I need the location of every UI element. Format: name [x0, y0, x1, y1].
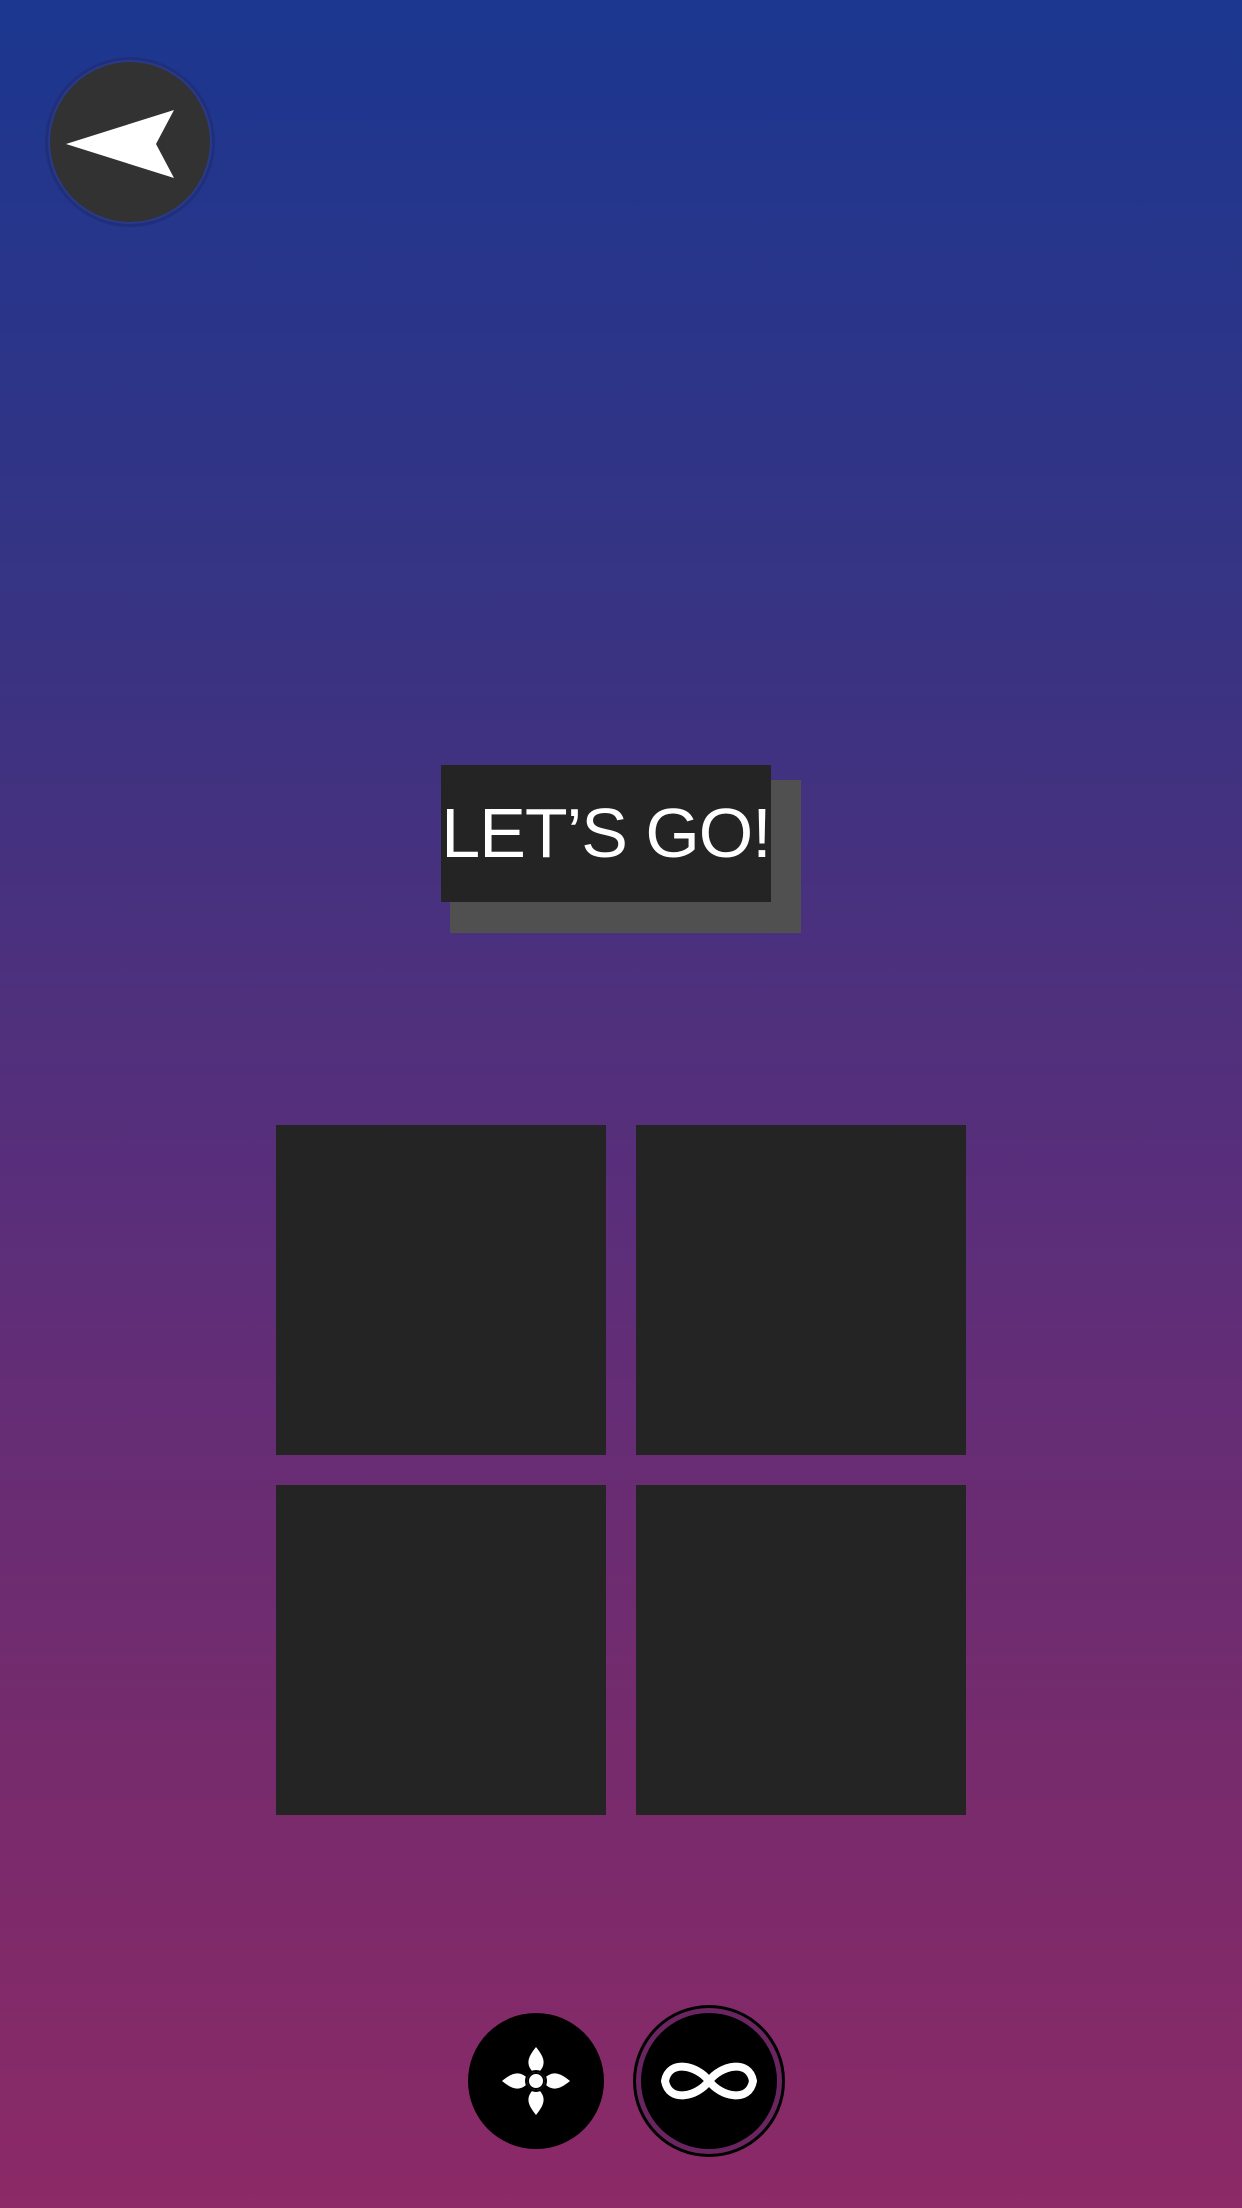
flower-icon [502, 2047, 570, 2115]
grid-tile-1[interactable] [276, 1125, 606, 1455]
grid-tile-4[interactable] [636, 1485, 966, 1815]
flower-mode-button[interactable] [468, 2013, 604, 2149]
grid-tile-3[interactable] [276, 1485, 606, 1815]
infinity-icon [661, 2062, 757, 2100]
infinity-mode-button[interactable] [641, 2013, 777, 2149]
back-button[interactable] [50, 62, 210, 222]
back-arrow-icon [66, 110, 174, 178]
grid-tile-2[interactable] [636, 1125, 966, 1455]
play-button[interactable]: LET’S GO! [441, 765, 772, 902]
